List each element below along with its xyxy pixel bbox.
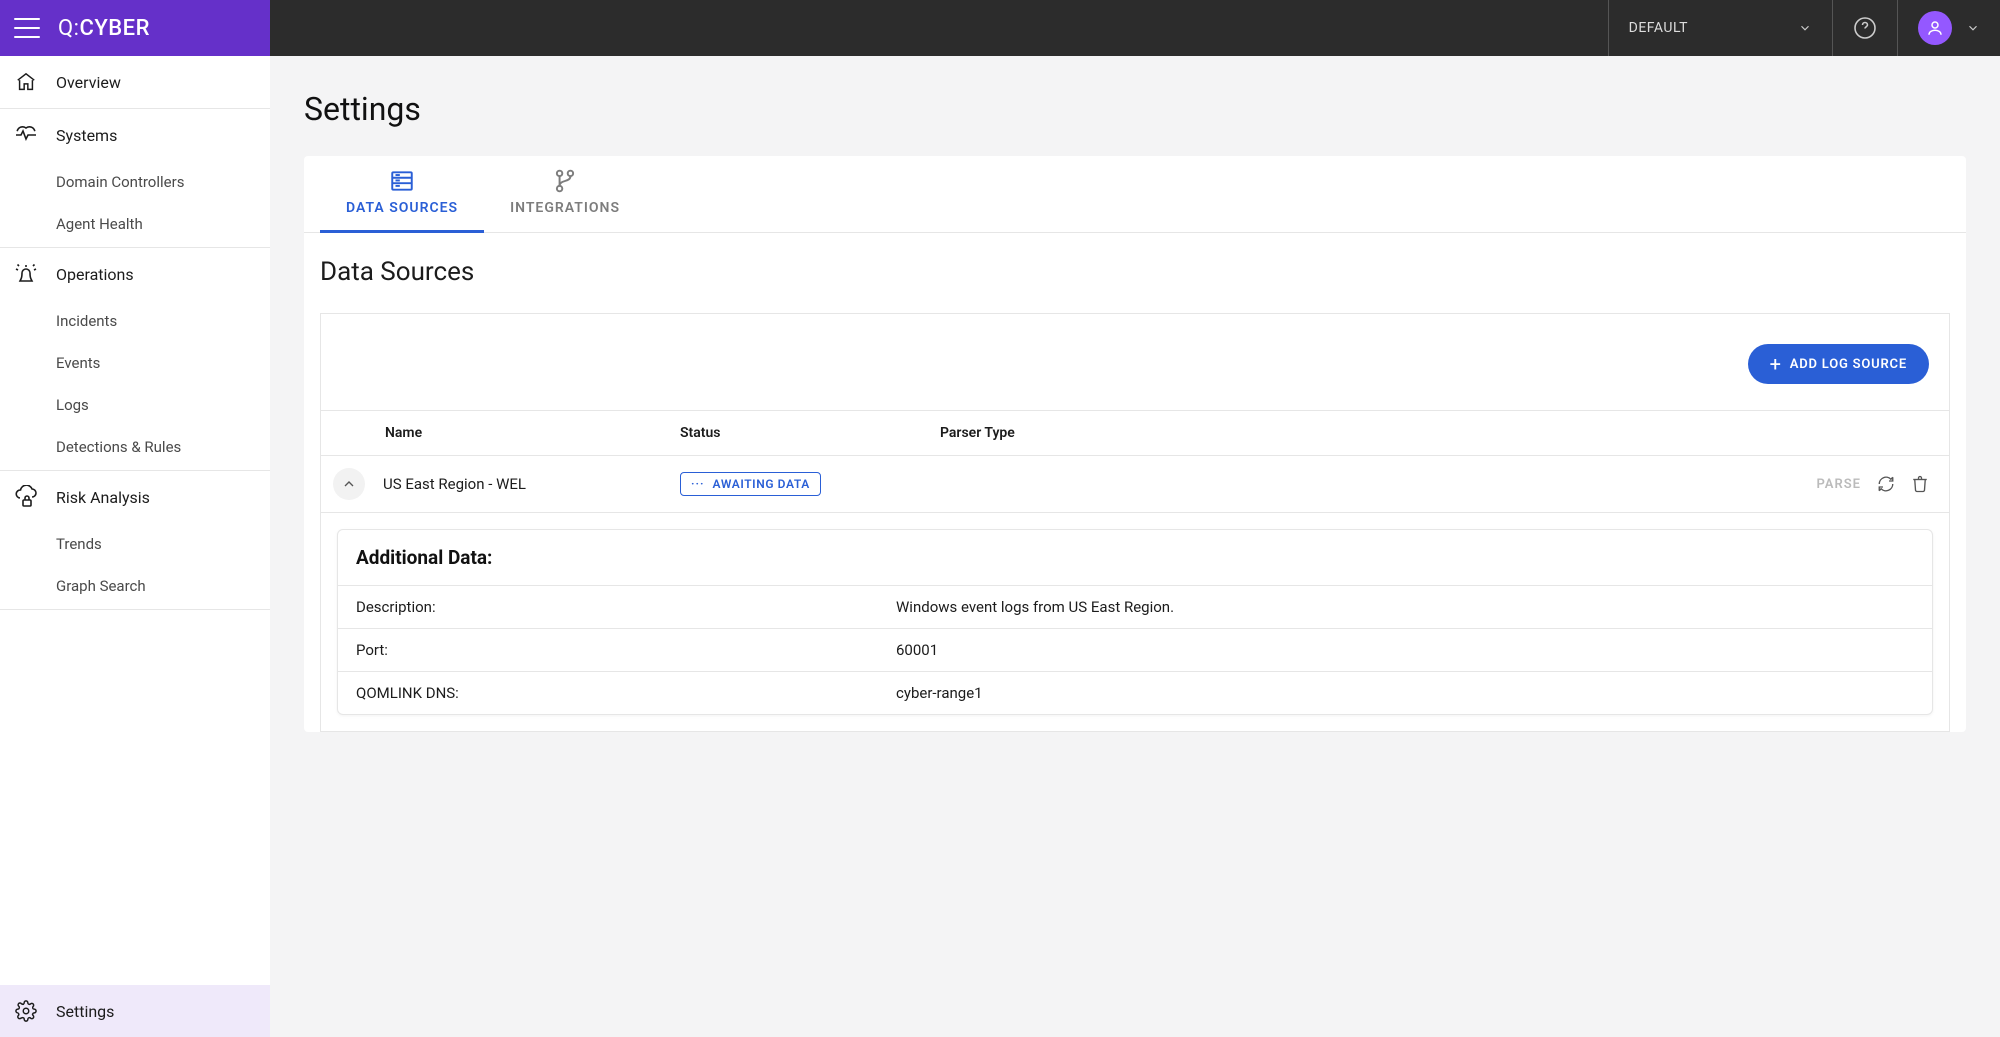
refresh-icon	[1877, 475, 1895, 493]
sidebar-label: Systems	[56, 126, 117, 145]
sidebar-sub-logs[interactable]: Logs	[0, 384, 270, 426]
sidebar-sub-graph-search[interactable]: Graph Search	[0, 565, 270, 610]
sidebar-sub-label: Events	[56, 354, 100, 372]
tab-integrations[interactable]: INTEGRATIONS	[484, 156, 646, 232]
sidebar-label: Operations	[56, 265, 134, 284]
status-badge: ··· AWAITING DATA	[680, 472, 821, 496]
avatar	[1918, 11, 1952, 45]
table-header: Name Status Parser Type	[321, 411, 1949, 456]
chevron-up-icon	[341, 476, 357, 492]
sidebar-label: Risk Analysis	[56, 488, 150, 507]
sidebar: Overview Systems Domain Controllers Agen…	[0, 56, 270, 1037]
detail-value: Windows event logs from US East Region.	[896, 598, 1914, 616]
server-icon	[389, 168, 415, 194]
detail-key: Port:	[356, 641, 896, 659]
home-icon	[14, 70, 38, 94]
column-header-status: Status	[680, 425, 940, 441]
trash-icon	[1911, 475, 1929, 493]
column-header-parser: Parser Type	[940, 425, 1200, 441]
chevron-down-icon	[1798, 21, 1812, 35]
sidebar-sub-incidents[interactable]: Incidents	[0, 300, 270, 342]
row-expand-toggle[interactable]	[333, 468, 365, 500]
sidebar-item-settings[interactable]: Settings	[0, 985, 270, 1037]
data-sources-actions: + ADD LOG SOURCE	[321, 314, 1949, 411]
sidebar-item-systems[interactable]: Systems	[0, 109, 270, 161]
sidebar-sub-label: Incidents	[56, 312, 117, 330]
topbar: Q:CYBER DEFAULT	[0, 0, 2000, 56]
sidebar-label: Overview	[56, 73, 121, 92]
gear-icon	[14, 999, 38, 1023]
topbar-brand: Q:CYBER	[0, 0, 270, 56]
add-log-source-button[interactable]: + ADD LOG SOURCE	[1748, 344, 1929, 384]
sidebar-sub-detections[interactable]: Detections & Rules	[0, 426, 270, 471]
brand-prefix: Q:	[58, 16, 79, 41]
settings-tabs: DATA SOURCES INTEGRATIONS	[304, 156, 1966, 233]
cloud-lock-icon	[14, 485, 38, 509]
tenant-selector[interactable]: DEFAULT	[1608, 0, 1832, 56]
detail-row: Port: 60001	[338, 628, 1932, 671]
tab-label: INTEGRATIONS	[510, 200, 620, 216]
status-label: AWAITING DATA	[713, 477, 810, 491]
sidebar-sub-label: Trends	[56, 535, 102, 553]
detail-key: QOMLINK DNS:	[356, 684, 896, 702]
row-name: US East Region - WEL	[383, 475, 680, 493]
parse-button[interactable]: PARSE	[1816, 477, 1861, 492]
section-title: Data Sources	[304, 233, 1966, 299]
main-content: Settings DATA SOURCES INTEGRATIONS Data …	[270, 56, 2000, 790]
help-button[interactable]	[1832, 0, 1897, 56]
sidebar-sub-label: Agent Health	[56, 215, 143, 233]
alert-icon	[14, 262, 38, 286]
sidebar-sub-agent-health[interactable]: Agent Health	[0, 203, 270, 248]
refresh-button[interactable]	[1877, 475, 1895, 493]
column-header-name: Name	[385, 425, 680, 441]
loading-dots-icon: ···	[691, 477, 705, 491]
tenant-label: DEFAULT	[1629, 20, 1688, 36]
menu-toggle-button[interactable]	[14, 18, 40, 38]
row-status-cell: ··· AWAITING DATA	[680, 472, 940, 496]
user-menu[interactable]	[1897, 0, 2000, 56]
detail-row: QOMLINK DNS: cyber-range1	[338, 671, 1932, 714]
detail-row: Description: Windows event logs from US …	[338, 585, 1932, 628]
table-row: US East Region - WEL ··· AWAITING DATA P…	[321, 456, 1949, 513]
page-title: Settings	[304, 90, 1966, 128]
sidebar-sub-label: Graph Search	[56, 577, 146, 595]
brand-name: CYBER	[79, 16, 149, 41]
add-button-label: ADD LOG SOURCE	[1790, 357, 1907, 372]
plus-icon: +	[1770, 354, 1782, 374]
delete-button[interactable]	[1911, 475, 1929, 493]
detail-value: cyber-range1	[896, 684, 1914, 702]
brand-logo: Q:CYBER	[58, 16, 150, 41]
sidebar-label: Settings	[56, 1002, 114, 1021]
sidebar-item-operations[interactable]: Operations	[0, 248, 270, 300]
sidebar-sub-label: Detections & Rules	[56, 438, 181, 456]
sidebar-sub-label: Logs	[56, 396, 89, 414]
sidebar-sub-trends[interactable]: Trends	[0, 523, 270, 565]
sidebar-item-risk[interactable]: Risk Analysis	[0, 471, 270, 523]
heartbeat-icon	[14, 123, 38, 147]
detail-value: 60001	[896, 641, 1914, 659]
chevron-down-icon	[1966, 21, 1980, 35]
row-detail-panel: Additional Data: Description: Windows ev…	[321, 513, 1949, 731]
tab-label: DATA SOURCES	[346, 200, 458, 216]
settings-card: DATA SOURCES INTEGRATIONS Data Sources +…	[304, 156, 1966, 732]
sidebar-sub-label: Domain Controllers	[56, 173, 184, 191]
user-icon	[1926, 19, 1944, 37]
data-sources-box: + ADD LOG SOURCE Name Status Parser Type…	[320, 313, 1950, 732]
git-branch-icon	[552, 168, 578, 194]
detail-key: Description:	[356, 598, 896, 616]
topbar-rest: DEFAULT	[270, 0, 2000, 56]
sidebar-sub-domain-controllers[interactable]: Domain Controllers	[0, 161, 270, 203]
tab-data-sources[interactable]: DATA SOURCES	[320, 156, 484, 233]
row-actions: PARSE	[1200, 475, 1929, 493]
sidebar-item-overview[interactable]: Overview	[0, 56, 270, 109]
sidebar-sub-events[interactable]: Events	[0, 342, 270, 384]
detail-title: Additional Data:	[338, 530, 1932, 585]
help-icon	[1853, 16, 1877, 40]
